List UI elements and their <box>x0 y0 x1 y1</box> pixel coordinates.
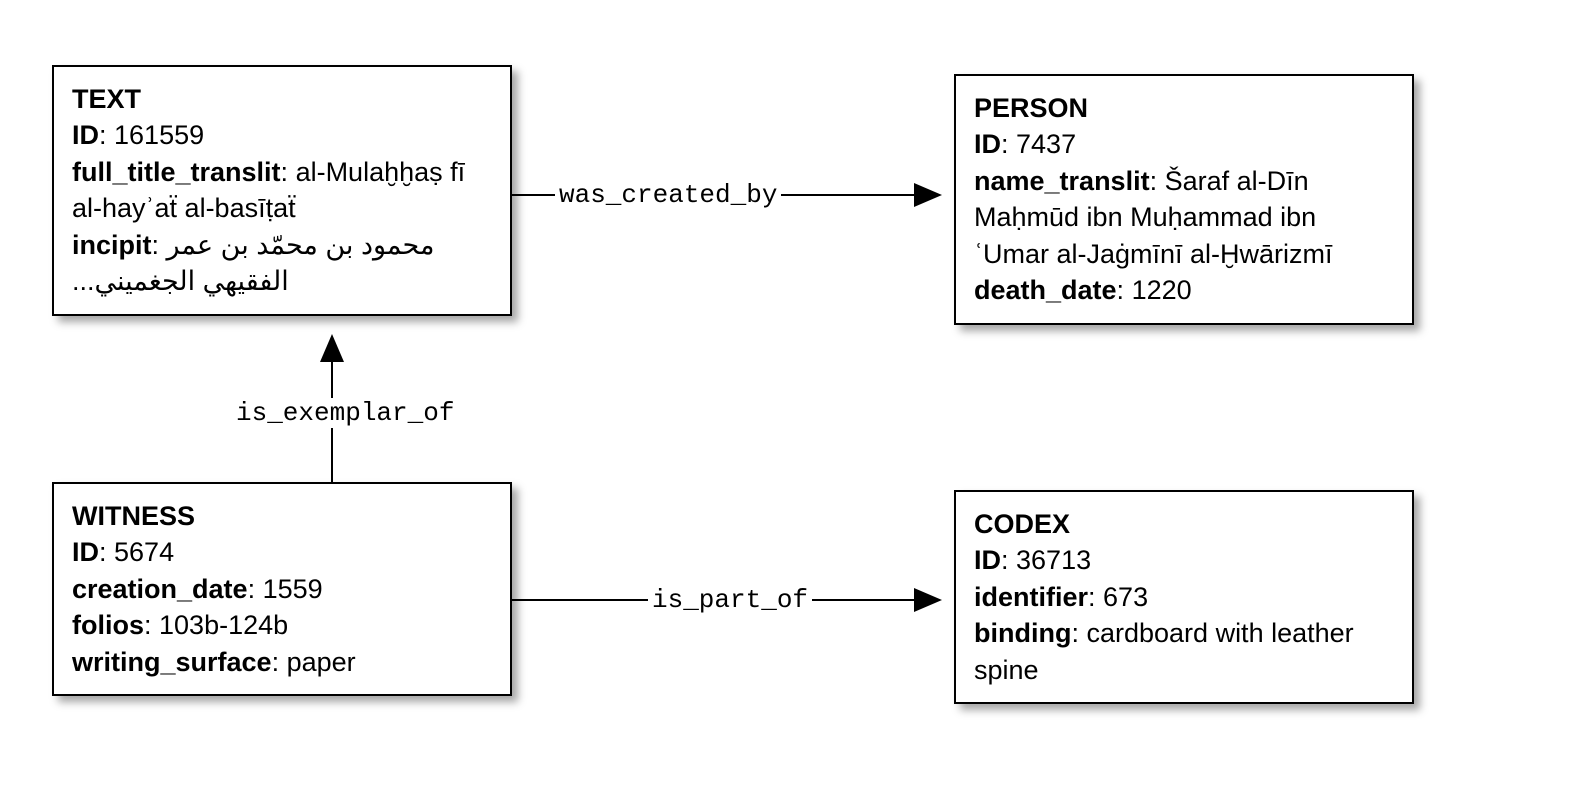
field-value: 36713 <box>1016 545 1091 575</box>
node-person-title: PERSON <box>974 90 1394 126</box>
field-value: 161559 <box>114 120 204 150</box>
field-key: creation_date <box>72 574 248 604</box>
field-key: identifier <box>974 582 1088 612</box>
field-key: name_translit <box>974 166 1150 196</box>
field-value: 5674 <box>114 537 174 567</box>
edge-label-was-created-by: was_created_by <box>555 180 781 210</box>
node-text-title: TEXT <box>72 81 492 117</box>
field-key: writing_surface <box>72 647 272 677</box>
field-value: 1559 <box>263 574 323 604</box>
node-witness-surface: writing_surface: paper <box>72 644 492 680</box>
field-value: 103b-124b <box>159 610 288 640</box>
field-key: ID <box>974 545 1001 575</box>
field-key: binding <box>974 618 1071 648</box>
node-person: PERSON ID: 7437 name_translit: Šaraf al-… <box>954 74 1414 325</box>
node-text-incipit: incipit: محمود بن محمّد بن عمر الفقيهي ا… <box>72 227 492 300</box>
field-key: folios <box>72 610 144 640</box>
field-value: paper <box>287 647 356 677</box>
node-witness: WITNESS ID: 5674 creation_date: 1559 fol… <box>52 482 512 696</box>
edge-label-is-exemplar-of: is_exemplar_of <box>232 398 458 428</box>
node-witness-folios: folios: 103b-124b <box>72 607 492 643</box>
node-witness-title: WITNESS <box>72 498 492 534</box>
field-value: 1220 <box>1132 275 1192 305</box>
node-codex-identifier: identifier: 673 <box>974 579 1394 615</box>
field-key: ID <box>72 537 99 567</box>
node-person-death: death_date: 1220 <box>974 272 1394 308</box>
node-codex-title: CODEX <box>974 506 1394 542</box>
field-key: incipit <box>72 230 152 260</box>
node-text-id: ID: 161559 <box>72 117 492 153</box>
field-key: death_date <box>974 275 1117 305</box>
node-codex-binding: binding: cardboard with leather spine <box>974 615 1394 688</box>
node-person-name: name_translit: Šaraf al-Dīn Maḥmūd ibn M… <box>974 163 1394 272</box>
node-text: TEXT ID: 161559 full_title_translit: al-… <box>52 65 512 316</box>
node-person-id: ID: 7437 <box>974 126 1394 162</box>
node-codex: CODEX ID: 36713 identifier: 673 binding:… <box>954 490 1414 704</box>
field-key: full_title_translit <box>72 157 281 187</box>
node-codex-id: ID: 36713 <box>974 542 1394 578</box>
field-value: 673 <box>1103 582 1148 612</box>
node-witness-creation: creation_date: 1559 <box>72 571 492 607</box>
edge-label-is-part-of: is_part_of <box>648 585 812 615</box>
node-witness-id: ID: 5674 <box>72 534 492 570</box>
node-text-full-title: full_title_translit: al-Mulaḫḫaṣ fī al-h… <box>72 154 492 227</box>
field-key: ID <box>974 129 1001 159</box>
field-value: 7437 <box>1016 129 1076 159</box>
field-key: ID <box>72 120 99 150</box>
